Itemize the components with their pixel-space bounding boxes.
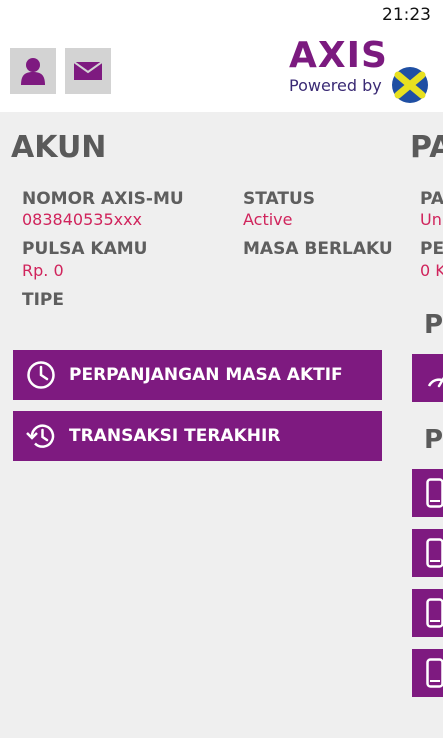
user-icon <box>21 58 45 85</box>
speedometer-icon <box>427 376 443 388</box>
speed-tile[interactable] <box>412 354 443 402</box>
logo-tagline: Powered by <box>289 76 382 95</box>
package-title: PA <box>410 130 443 165</box>
logo-brand: AXIS <box>289 35 388 76</box>
status-bar: 21:23 <box>0 0 443 30</box>
device-tile[interactable] <box>412 529 443 577</box>
balance-label: PULSA KAMU <box>22 239 148 259</box>
number-label: NOMOR AXIS-MU <box>22 189 184 209</box>
app-header: AXIS Powered by <box>0 30 443 112</box>
section-3-title: P <box>424 425 443 455</box>
history-icon <box>26 424 55 448</box>
account-title: AKUN <box>11 130 107 165</box>
package-label: PA <box>420 189 443 209</box>
usage-value: 0 K <box>420 261 443 280</box>
device-tile[interactable] <box>412 469 443 517</box>
inbox-button[interactable] <box>65 48 111 94</box>
phone-icon <box>426 478 443 508</box>
axis-logo: AXIS Powered by <box>288 34 436 108</box>
profile-button[interactable] <box>10 48 56 94</box>
clock: 21:23 <box>382 5 431 25</box>
package-value: Un <box>420 210 442 229</box>
mail-icon <box>74 62 102 80</box>
extend-validity-label: PERPANJANGAN MASA AKTIF <box>69 365 343 385</box>
device-tile[interactable] <box>412 589 443 637</box>
balance-value: Rp. 0 <box>22 261 64 280</box>
phone-icon <box>426 658 443 688</box>
status-label: STATUS <box>243 189 316 209</box>
section-2-title: P <box>424 310 443 340</box>
recent-transactions-label: TRANSAKSI TERAKHIR <box>69 426 281 446</box>
phone-icon <box>426 538 443 568</box>
usage-label: PE <box>420 239 443 259</box>
clock-icon <box>27 361 55 389</box>
device-tile[interactable] <box>412 649 443 697</box>
validity-label: MASA BERLAKU <box>243 239 393 259</box>
extend-validity-button[interactable]: PERPANJANGAN MASA AKTIF <box>13 350 382 400</box>
recent-transactions-button[interactable]: TRANSAKSI TERAKHIR <box>13 411 382 461</box>
phone-icon <box>426 598 443 628</box>
xl-logo-icon <box>392 67 428 103</box>
type-label: TIPE <box>22 290 64 310</box>
number-value: 083840535xxx <box>22 210 143 229</box>
status-value: Active <box>243 210 293 229</box>
